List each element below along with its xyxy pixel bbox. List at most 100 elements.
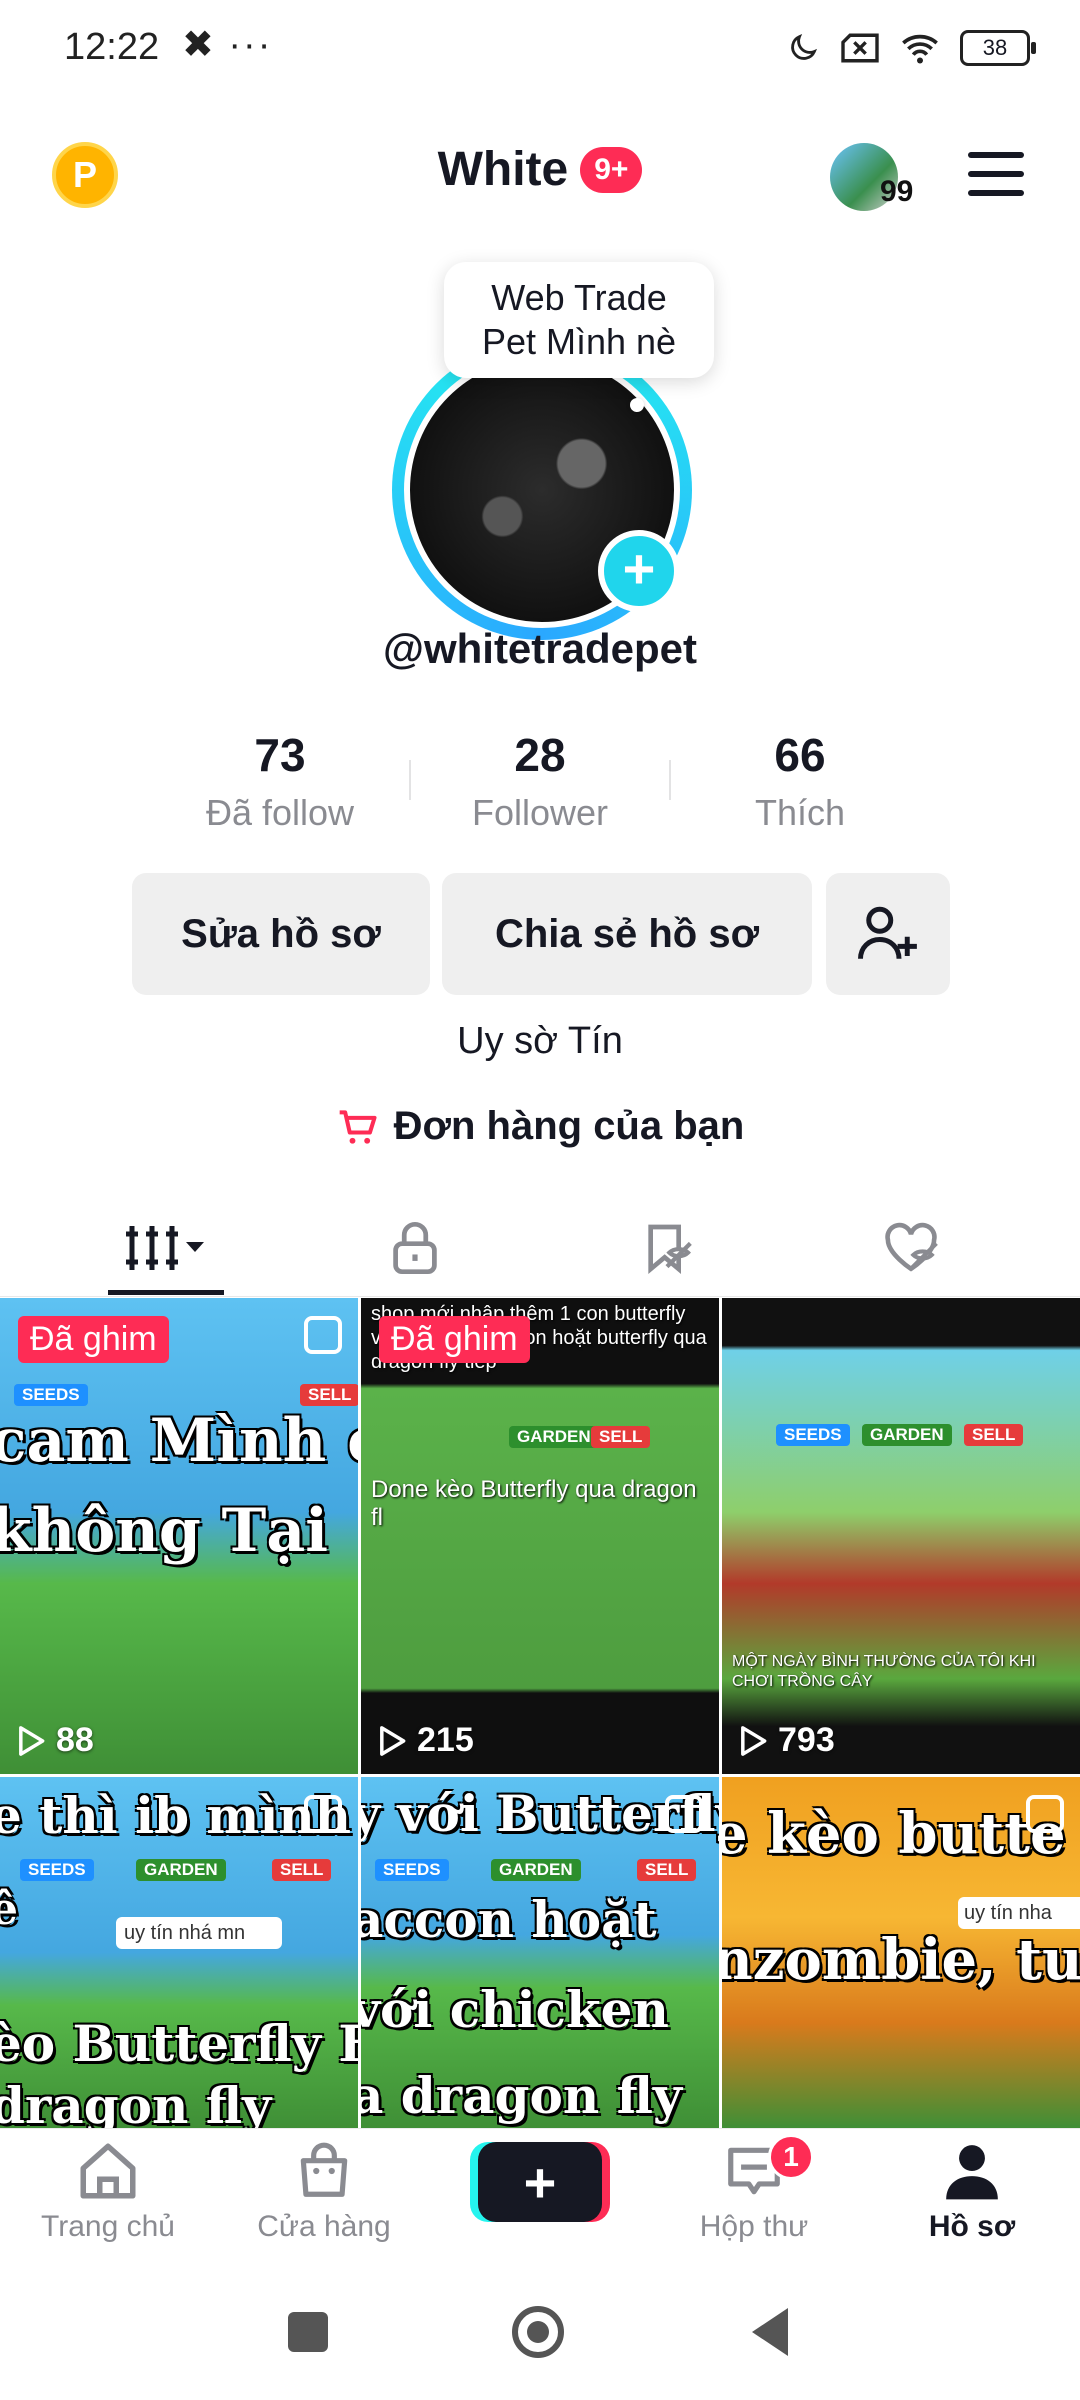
view-count: 793 <box>738 1721 835 1760</box>
tab-private[interactable] <box>280 1200 550 1296</box>
moon-icon <box>791 33 818 60</box>
menu-icon[interactable] <box>968 152 1024 196</box>
seeds-chip: SEEDS <box>14 1384 88 1406</box>
seeds-chip: SEEDS <box>776 1424 850 1446</box>
header-title[interactable]: White <box>438 142 569 197</box>
stat-following-label: Đã follow <box>205 792 355 833</box>
stat-followers[interactable]: 28 Follower <box>410 728 670 834</box>
nav-shop[interactable]: Cửa hàng <box>224 2140 424 2244</box>
edit-profile-button[interactable]: Sửa hồ sơ <box>132 873 430 995</box>
share-profile-button[interactable]: Chia sẻ hồ sơ <box>442 873 812 995</box>
video-caption-line2: accon hoặt <box>361 1890 657 1949</box>
header-avatar-count: 99 <box>880 175 914 208</box>
nav-inbox[interactable]: Hộp thư <box>654 2140 854 2244</box>
view-count: 88 <box>16 1721 94 1760</box>
stat-followers-label: Follower <box>471 792 609 833</box>
status-notification-icons: ✖ ··· <box>182 24 273 66</box>
username: @whitetradepet <box>383 625 697 672</box>
account-switch-badge: 9+ <box>580 146 643 193</box>
select-checkbox[interactable] <box>665 1795 703 1833</box>
tabs-divider <box>0 1296 1080 1297</box>
view-count-value: 793 <box>778 1721 835 1759</box>
play-icon <box>19 1725 45 1756</box>
bookmark-hidden-icon <box>648 1224 692 1274</box>
header-title-wrap: White 9+ <box>0 142 1080 197</box>
wifi-icon <box>902 34 938 64</box>
nav-profile-label: Hồ sơ <box>928 2210 1016 2243</box>
stat-likes[interactable]: 66 Thích <box>670 728 930 834</box>
sell-chip: SELL <box>591 1426 651 1448</box>
video-caption-line3: èo Butterfly Fly <box>0 2014 358 2073</box>
video-caption-line1: cam Mình c <box>0 1406 358 1476</box>
nav-inbox-label: Hộp thư <box>699 2210 809 2243</box>
orders-link[interactable]: Đơn hàng của bạn <box>0 1104 1080 1149</box>
video-caption-line4: a dragon fly <box>361 2066 682 2125</box>
pinned-badge: Đã ghim <box>18 1316 169 1363</box>
stat-likes-value: 66 <box>774 729 826 781</box>
bio: Uy sờ Tín <box>457 1020 623 1062</box>
view-count-value: 88 <box>56 1721 94 1759</box>
sell-chip: SELL <box>964 1424 1024 1446</box>
stat-followers-value: 28 <box>514 729 566 781</box>
stat-following[interactable]: 73 Đã follow <box>150 728 410 834</box>
grid-dropdown-icon <box>126 1226 204 1270</box>
stat-likes-label: Thích <box>754 792 846 833</box>
back-button[interactable] <box>752 2308 788 2356</box>
nav-home[interactable]: Trang chủ <box>8 2140 208 2244</box>
video-tile-2[interactable]: shop mới nhập thêm 1 con butterfly và cầ… <box>361 1298 719 1774</box>
video-tile-5[interactable]: y với Butterfly SEEDS GARDEN SELL accon … <box>361 1777 719 2128</box>
status-icons: 38 <box>786 30 1036 66</box>
video-caption-line3: với chicken <box>361 1980 669 2039</box>
view-count: 215 <box>377 1721 474 1760</box>
tab-liked[interactable] <box>776 1200 1046 1296</box>
garden-chip: GARDEN <box>491 1859 581 1881</box>
video-thumbnail <box>722 1298 1080 1774</box>
stat-following-value: 73 <box>254 729 306 781</box>
seeds-chip: SEEDS <box>375 1859 449 1881</box>
select-checkbox[interactable] <box>304 1316 342 1354</box>
nav-profile[interactable]: Hồ sơ <box>872 2140 1072 2244</box>
select-checkbox[interactable] <box>1026 1795 1064 1833</box>
video-caption-line2: không Tại <box>0 1496 328 1566</box>
no-sim-icon <box>841 33 879 63</box>
tab-videos[interactable] <box>32 1200 302 1296</box>
video-note: uy tín nha <box>958 1897 1080 1929</box>
video-tile-3[interactable]: SEEDS GARDEN SELL MỘT NGÀY BÌNH THƯỜNG C… <box>722 1298 1080 1774</box>
heart-hidden-icon <box>885 1222 938 1272</box>
note-bubble-line1: Web Trade <box>491 277 667 318</box>
video-note: uy tín nhá mn <box>116 1917 282 1949</box>
status-time: 12:22 <box>64 26 160 68</box>
video-tile-6[interactable]: e kèo butte uy tín nha nzombie, tui <box>722 1777 1080 2128</box>
recent-apps-button[interactable] <box>288 2312 328 2352</box>
video-tile-4[interactable]: e thì ib mình SEEDS GARDEN SELL ê uy tín… <box>0 1777 358 2128</box>
battery-icon: 38 <box>960 30 1036 66</box>
view-count-value: 215 <box>417 1721 474 1759</box>
select-checkbox[interactable] <box>304 1795 342 1833</box>
cart-icon <box>339 1109 377 1144</box>
shopping-bag-icon <box>300 2142 348 2197</box>
video-caption-line4: dragon fly <box>0 2076 272 2128</box>
inbox-badge: 1 <box>768 2134 814 2180</box>
nav-home-label: Trang chủ <box>41 2210 175 2243</box>
pinned-badge: Đã ghim <box>379 1316 530 1363</box>
video-sub-text: Done kèo Butterfly qua dragon fl <box>371 1476 697 1531</box>
add-user-icon <box>858 906 917 959</box>
video-tile-1[interactable]: SEEDS SELL cam Mình c không Tại Đã ghim … <box>0 1298 358 1774</box>
create-button[interactable]: + <box>478 2142 602 2222</box>
orders-label: Đơn hàng của bạn <box>393 1104 745 1148</box>
garden-chip: GARDEN <box>862 1424 952 1446</box>
lock-icon <box>393 1222 437 1275</box>
note-bubble-line2: Pet Mình nè <box>481 321 677 362</box>
video-sub-text: MỘT NGÀY BÌNH THƯỜNG CỦA TÔI KHI CHƠI TR… <box>732 1653 1036 1690</box>
home-button[interactable] <box>512 2306 564 2358</box>
add-avatar-button[interactable]: + <box>598 530 680 612</box>
note-bubble-tail <box>630 398 644 412</box>
note-bubble[interactable]: Web Trade Pet Mình nè <box>444 262 714 378</box>
play-icon <box>380 1725 406 1756</box>
tab-reposts[interactable] <box>532 1200 802 1296</box>
video-caption-line2: nzombie, tui <box>722 1927 1080 1993</box>
add-friend-button[interactable] <box>826 873 950 995</box>
play-icon <box>741 1725 767 1756</box>
home-icon <box>80 2143 136 2199</box>
person-icon <box>946 2145 998 2200</box>
